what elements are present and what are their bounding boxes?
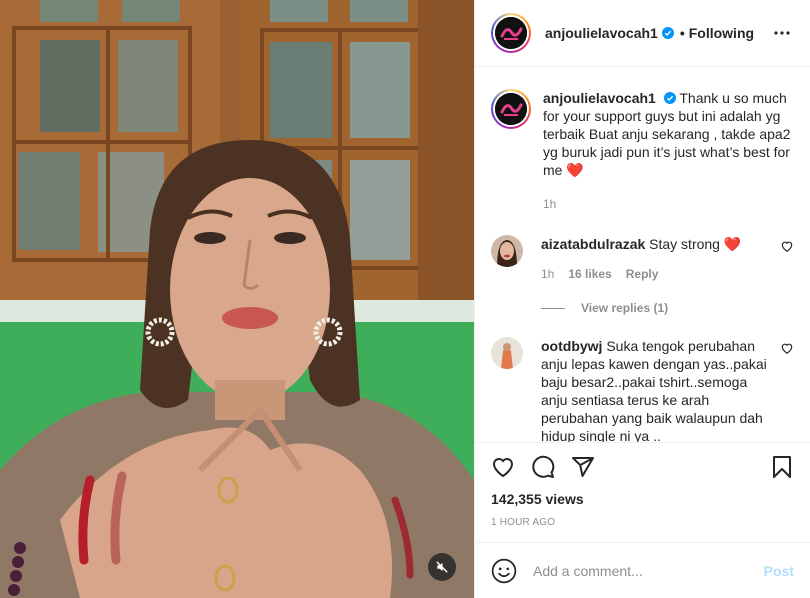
share-icon[interactable] — [571, 455, 595, 479]
commenter-avatar[interactable] — [491, 337, 523, 369]
reply-button[interactable]: Reply — [626, 265, 659, 283]
comments-section: anjoulielavocah1 Thank u so much for you… — [475, 67, 810, 442]
view-replies-label: View replies (1) — [581, 301, 669, 315]
avatar-inner — [493, 15, 529, 51]
brand-logo-mark — [495, 93, 527, 125]
brand-logo-mark — [495, 17, 527, 49]
comment-likes[interactable]: 16 likes — [568, 265, 611, 283]
post-actions-area: 142,355 views 1 HOUR AGO — [475, 442, 810, 542]
red-heart-emoji: ❤️ — [723, 236, 742, 252]
replies-divider-line — [541, 307, 565, 309]
post-side-panel: anjoulielavocah1 • Following anjoulielav… — [474, 0, 810, 598]
caption-author-avatar[interactable] — [491, 89, 531, 129]
heart-icon[interactable] — [780, 341, 794, 355]
separator-dot: • — [679, 25, 685, 41]
comment-time[interactable]: 1h — [541, 265, 554, 283]
more-options-icon — [774, 31, 790, 35]
view-replies-button[interactable]: View replies (1) — [541, 301, 794, 315]
comment-body: aizatabdulrazak Stay strong ❤️ 1h 16 lik… — [541, 235, 759, 283]
comment-composer: Post — [475, 542, 810, 598]
caption-meta: 1h — [543, 195, 794, 213]
heart-icon[interactable] — [491, 455, 515, 479]
post-video[interactable] — [0, 0, 474, 598]
more-options-button[interactable] — [770, 21, 794, 45]
brand-logo — [495, 93, 527, 125]
commenter-photo — [491, 235, 523, 267]
instagram-post: anjoulielavocah1 • Following anjoulielav… — [0, 0, 810, 598]
red-heart-emoji: ❤️ — [566, 162, 584, 178]
caption-time[interactable]: 1h — [543, 195, 556, 213]
comment-text: Stay strong — [649, 236, 720, 252]
post-comment-button[interactable]: Post — [764, 563, 794, 579]
author-username[interactable]: anjoulielavocah1 — [545, 25, 658, 41]
speaker-muted-icon — [436, 561, 448, 573]
action-bar — [491, 447, 794, 487]
verified-badge-icon — [663, 92, 676, 104]
comment-icon[interactable] — [531, 455, 555, 479]
video-frame — [0, 0, 474, 598]
following-button[interactable]: Following — [689, 25, 754, 41]
post-timestamp[interactable]: 1 HOUR AGO — [491, 517, 794, 528]
caption-body: anjoulielavocah1 Thank u so much for you… — [543, 89, 794, 213]
heart-icon[interactable] — [780, 239, 794, 253]
brand-logo — [495, 17, 527, 49]
post-header: anjoulielavocah1 • Following — [475, 0, 810, 67]
verified-badge-icon — [661, 27, 674, 39]
emoji-icon[interactable] — [491, 558, 517, 584]
comment-item: aizatabdulrazak Stay strong ❤️ 1h 16 lik… — [491, 235, 794, 283]
avatar-inner — [493, 91, 529, 127]
commenter-avatar[interactable] — [491, 235, 523, 267]
comment-username[interactable]: ootdbywj — [541, 338, 602, 354]
comment-input[interactable] — [533, 562, 764, 579]
caption: anjoulielavocah1 Thank u so much for you… — [491, 89, 794, 213]
commenter-photo — [491, 337, 523, 369]
caption-username[interactable]: anjoulielavocah1 — [543, 90, 656, 106]
comment-body: ootdbywj Suka tengok perubahan anju lepa… — [541, 337, 794, 442]
mute-button[interactable] — [428, 553, 456, 581]
comment-meta: 1h 16 likes Reply — [541, 265, 741, 283]
comment-username[interactable]: aizatabdulrazak — [541, 236, 645, 252]
comment-item: ootdbywj Suka tengok perubahan anju lepa… — [491, 337, 794, 442]
view-count[interactable]: 142,355 views — [491, 491, 794, 507]
author-avatar[interactable] — [491, 13, 531, 53]
bookmark-icon[interactable] — [770, 455, 794, 479]
